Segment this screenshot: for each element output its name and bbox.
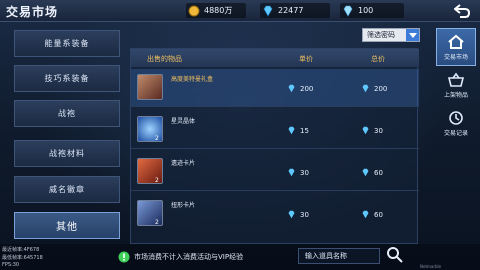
item-count: 2 bbox=[155, 219, 159, 226]
category-skill-equipment[interactable]: 技巧系装备 bbox=[14, 65, 120, 92]
unit-price-value: 30 bbox=[300, 210, 309, 219]
bound-diamond-icon bbox=[343, 5, 353, 17]
table-row[interactable]: 2 星灵晶体 15 30 bbox=[131, 111, 419, 149]
top-bar: 交易市场 4880万 22477 100 bbox=[0, 0, 480, 22]
gift-box-icon bbox=[137, 74, 163, 100]
card-icon bbox=[137, 158, 163, 184]
tab-list-item[interactable]: 上架物品 bbox=[436, 66, 476, 104]
category-battle-suit[interactable]: 战袍 bbox=[14, 100, 120, 127]
filter-label: 筛选密码 bbox=[367, 31, 395, 39]
total-price-value: 200 bbox=[374, 84, 388, 93]
table-header: 出售的物品 单价 总价 bbox=[131, 49, 419, 67]
category-other[interactable]: 其他 bbox=[14, 212, 120, 239]
home-icon bbox=[448, 34, 464, 49]
unit-price-value: 200 bbox=[300, 84, 314, 93]
total-price: 30 bbox=[361, 126, 383, 135]
info-icon bbox=[118, 251, 130, 263]
bound-diamond-counter: 100 bbox=[340, 3, 404, 18]
dropdown-arrow-icon bbox=[406, 29, 419, 41]
table-row[interactable]: 高度美特曼礼盒 200 200 bbox=[131, 69, 419, 107]
filter-dropdown[interactable]: 筛选密码 bbox=[362, 28, 420, 42]
category-badges[interactable]: 威名徽章 bbox=[14, 176, 120, 203]
tab-trade-history[interactable]: 交易记录 bbox=[436, 104, 476, 142]
diamond-counter: 22477 bbox=[260, 3, 330, 18]
diamond-icon bbox=[288, 84, 295, 93]
table-row[interactable]: 2 遗迹卡片 30 60 bbox=[131, 153, 419, 191]
diamond-value: 22477 bbox=[278, 6, 304, 15]
column-unit-price: 单价 bbox=[299, 55, 313, 63]
total-price: 60 bbox=[361, 210, 383, 219]
diamond-icon bbox=[362, 84, 369, 93]
search-icon[interactable] bbox=[386, 246, 404, 264]
gold-counter: 4880万 bbox=[186, 3, 246, 18]
total-price: 60 bbox=[361, 168, 383, 177]
item-name: 遗迹卡片 bbox=[171, 160, 196, 167]
column-total-price: 总价 bbox=[371, 55, 385, 63]
total-price: 200 bbox=[361, 84, 387, 93]
tab-market[interactable]: 交易市场 bbox=[436, 28, 476, 66]
bound-diamond-value: 100 bbox=[358, 6, 374, 15]
unit-price-value: 30 bbox=[300, 168, 309, 177]
basket-icon bbox=[447, 72, 465, 87]
diamond-icon bbox=[362, 126, 369, 135]
total-price-value: 30 bbox=[374, 126, 383, 135]
tab-list-item-label: 上架物品 bbox=[443, 91, 468, 99]
back-arrow-icon bbox=[454, 4, 470, 18]
market-notice: 市场消费不计入消费活动与VIP经验 bbox=[118, 249, 292, 265]
unit-price: 30 bbox=[287, 210, 309, 219]
gold-coin-icon bbox=[188, 5, 200, 16]
item-count: 2 bbox=[155, 135, 159, 142]
diamond-icon bbox=[288, 126, 295, 135]
category-suit-materials[interactable]: 战袍材料 bbox=[14, 140, 120, 167]
history-icon bbox=[449, 110, 463, 125]
back-button[interactable] bbox=[450, 1, 474, 21]
total-price-value: 60 bbox=[374, 168, 383, 177]
crystal-icon bbox=[137, 116, 163, 142]
card-icon bbox=[137, 200, 163, 226]
column-item: 出售的物品 bbox=[147, 55, 182, 63]
item-name: 高度美特曼礼盒 bbox=[171, 76, 214, 83]
unit-price: 15 bbox=[287, 126, 309, 135]
page-title: 交易市场 bbox=[6, 5, 59, 19]
tab-trade-history-label: 交易记录 bbox=[443, 129, 468, 137]
diamond-icon bbox=[362, 168, 369, 177]
watermark: Netmarble bbox=[420, 264, 442, 269]
unit-price-value: 15 bbox=[300, 126, 309, 135]
unit-price: 30 bbox=[287, 168, 309, 177]
diamond-icon bbox=[362, 210, 369, 219]
diamond-icon bbox=[263, 5, 273, 17]
table-row[interactable]: 2 扭形卡片 30 60 bbox=[131, 195, 419, 233]
debug-line: 最近帧率:4F678 bbox=[2, 247, 40, 253]
item-count: 2 bbox=[155, 177, 159, 184]
notice-text: 市场消费不计入消费活动与VIP经验 bbox=[134, 253, 244, 261]
debug-line: 最低帧率:645718 bbox=[2, 255, 43, 261]
item-search-input[interactable] bbox=[298, 248, 380, 264]
diamond-icon bbox=[288, 210, 295, 219]
total-price-value: 60 bbox=[374, 210, 383, 219]
item-name: 星灵晶体 bbox=[171, 118, 196, 125]
listing-table: 出售的物品 单价 总价 高度美特曼礼盒 200 200 2 星灵晶体 15 30… bbox=[130, 48, 419, 244]
tab-market-label: 交易市场 bbox=[443, 53, 468, 61]
item-name: 扭形卡片 bbox=[171, 202, 196, 209]
debug-line: FPS:30 bbox=[2, 262, 20, 268]
category-energy-equipment[interactable]: 能量系装备 bbox=[14, 30, 120, 57]
diamond-icon bbox=[288, 168, 295, 177]
gold-value: 4880万 bbox=[204, 6, 233, 15]
unit-price: 200 bbox=[287, 84, 313, 93]
